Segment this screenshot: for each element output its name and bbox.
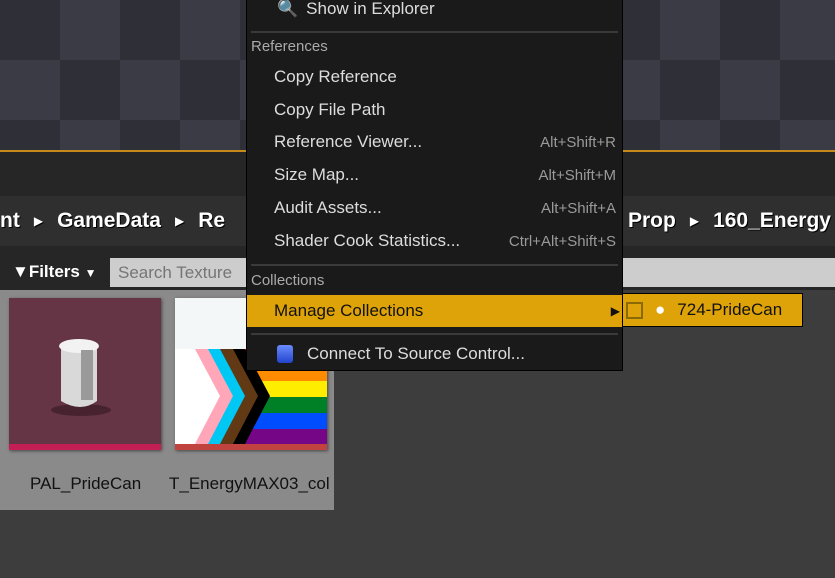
breadcrumb-item[interactable]: nt (0, 209, 20, 233)
breadcrumb-item[interactable]: Re (198, 209, 225, 233)
menu-item-manage-collections[interactable]: Manage Collections ▶ (247, 295, 622, 327)
menu-item-label: Shader Cook Statistics... (274, 231, 461, 250)
collection-item[interactable]: ● 724-PrideCan (622, 293, 803, 327)
menu-item-show-in-explorer[interactable]: 🔍 Show in Explorer (247, 0, 622, 25)
menu-item-label: Copy Reference (274, 67, 397, 86)
chevron-down-icon: ▼ (84, 266, 97, 280)
breadcrumb-item[interactable]: Prop (628, 209, 676, 233)
shortcut: Ctrl+Alt+Shift+S (508, 232, 616, 250)
chevron-right-icon: ▶ (174, 214, 185, 228)
location-pin-icon: ● (655, 300, 666, 319)
menu-item-size-map[interactable]: Size Map... Alt+Shift+M (247, 159, 622, 191)
collection-checkbox[interactable] (626, 301, 643, 319)
menu-item-audit-assets[interactable]: Audit Assets... Alt+Shift+A (247, 192, 622, 224)
collection-name: 724-PrideCan (677, 300, 783, 319)
breadcrumb-item[interactable]: GameData (57, 209, 161, 233)
submenu-arrow-icon: ▶ (610, 304, 620, 318)
separator (251, 31, 618, 33)
chevron-right-icon: ▶ (33, 214, 44, 228)
menu-item-shader-cook-statistics[interactable]: Shader Cook Statistics... Ctrl+Alt+Shift+… (247, 225, 622, 257)
menu-item-label: Size Map... (274, 165, 360, 184)
menu-item-label: Copy File Path (274, 100, 386, 119)
section-header: References (251, 38, 328, 55)
chevron-right-icon: ▶ (689, 214, 700, 228)
shortcut: Alt+Shift+M (538, 166, 616, 184)
magnifier-icon: 🔍 (277, 0, 299, 18)
menu-item-label: Manage Collections (274, 301, 424, 320)
asset-name: PAL_PrideCan (30, 474, 142, 493)
menu-item-label: Audit Assets... (274, 198, 382, 217)
shortcut: Alt+Shift+R (540, 133, 616, 151)
asset-thumbnail[interactable] (9, 298, 161, 450)
menu-item-label: Connect To Source Control... (307, 344, 525, 363)
menu-item-copy-reference[interactable]: Copy Reference (247, 61, 622, 93)
menu-item-label: Show in Explorer (306, 0, 435, 18)
breadcrumb-item[interactable]: 160_Energy (713, 209, 831, 233)
context-menu: 🔍 Show in Explorer References Copy Refere… (246, 0, 623, 371)
filter-icon: ▼ (12, 262, 29, 281)
menu-item-reference-viewer[interactable]: Reference Viewer... Alt+Shift+R (247, 126, 622, 158)
menu-item-connect-source-control[interactable]: Connect To Source Control... (247, 338, 622, 370)
filters-label: Filters (28, 262, 80, 281)
shortcut: Alt+Shift+A (540, 199, 616, 217)
asset-name: T_EnergyMAX03_col (169, 474, 330, 493)
menu-item-label: Reference Viewer... (274, 132, 423, 151)
separator (251, 264, 618, 266)
can-mesh-icon (51, 339, 111, 416)
source-control-plug-icon (277, 345, 293, 363)
separator (251, 333, 618, 335)
section-header: Collections (251, 272, 325, 289)
menu-item-copy-file-path[interactable]: Copy File Path (247, 94, 622, 126)
filters-button[interactable]: ▼Filters ▼ (12, 262, 96, 282)
